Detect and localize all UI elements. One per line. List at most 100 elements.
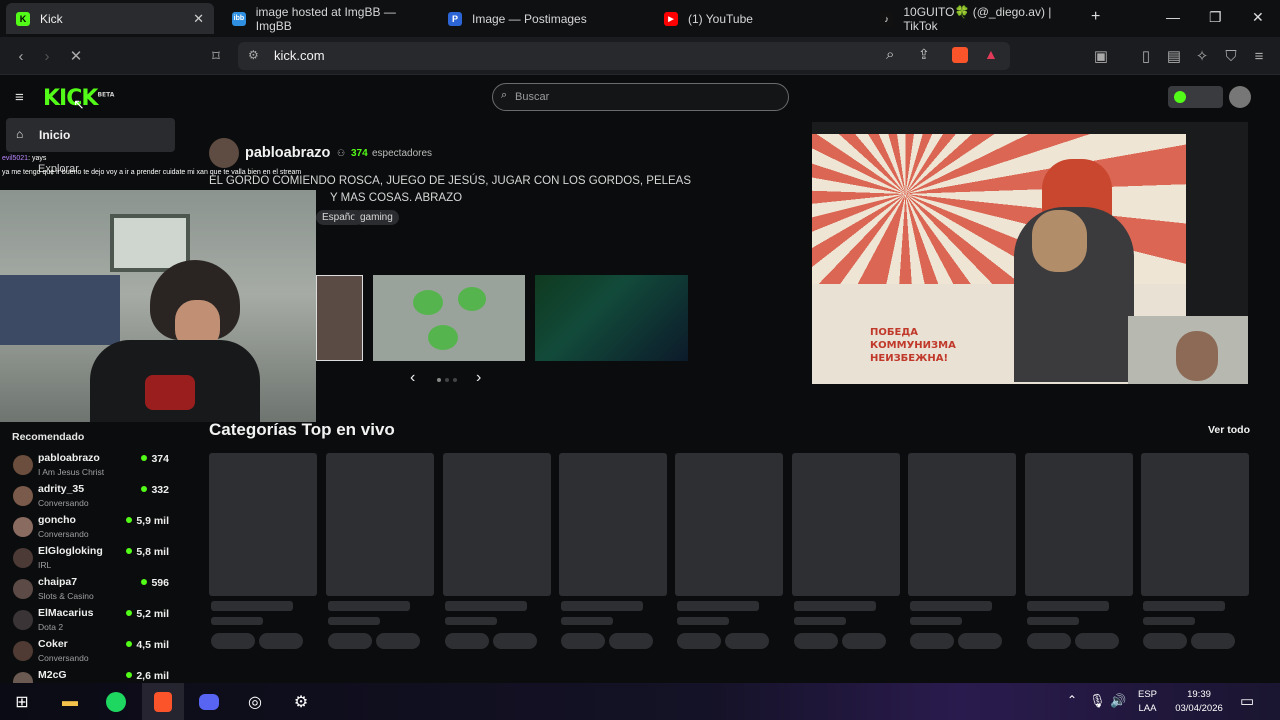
stream-title-line2: Y MAS COSAS. ABRAZO [330, 192, 463, 204]
browser-tab-bar: K Kick ✕ ibb image hosted at ImgBB — Img… [0, 0, 1280, 37]
shirt-graphic-image [145, 375, 195, 410]
recommended-channel-row[interactable]: chaipa7 Slots & Casino 596 [12, 575, 177, 606]
tab-tiktok[interactable]: ♪ 10GUITO🍀 (@_diego.av) | TikTok [870, 3, 1080, 34]
recommended-channel-row[interactable]: ElMacarius Dota 2 5,2 mil [12, 606, 177, 637]
skeleton-pill [1191, 633, 1235, 649]
browser-toolbar: ‹ › ✕ ⌑ ⚙ kick.com ⌕ ⇪ ▲ ▣ ▯ ▤ ✧ ⛉ ≡ [0, 37, 1280, 75]
channel-name: pabloabrazo [38, 452, 100, 464]
skeleton-pill [842, 633, 886, 649]
carousel-prev-button[interactable]: ‹ [410, 369, 415, 387]
channel-category: Dota 2 [38, 622, 64, 632]
skeleton-thumbnail [908, 453, 1016, 596]
skeleton-pill [609, 633, 653, 649]
see-all-link[interactable]: Ver todo [1208, 424, 1250, 436]
tab-title: 10GUITO🍀 (@_diego.av) | TikTok [903, 4, 1052, 33]
skeleton-line [794, 601, 876, 611]
notifications-icon[interactable]: ▭ [1240, 692, 1254, 710]
skeleton-thumbnail [1025, 453, 1133, 596]
carousel-next-button[interactable]: › [476, 369, 481, 387]
new-tab-button[interactable]: + [1091, 8, 1100, 26]
carousel-thumbnail[interactable] [373, 275, 525, 361]
streamer-cam-face-image [1176, 331, 1218, 381]
file-explorer-icon[interactable]: ▬ [57, 689, 83, 715]
carousel-thumbnail[interactable] [535, 275, 688, 361]
close-tab-icon[interactable]: ✕ [193, 11, 204, 27]
skeleton-line [561, 617, 613, 625]
recommended-channel-row[interactable]: pabloabrazo I Am Jesus Christ 374 [12, 451, 177, 482]
address-bar[interactable]: ⚙ kick.com ⌕ ⇪ ▲ [238, 42, 1010, 70]
streamer-cam-image [1128, 316, 1248, 384]
tab-title: Image — Postimages [472, 11, 587, 26]
settings-gear-icon[interactable]: ⚙ [288, 689, 314, 715]
recommended-channel-row[interactable]: M2cG 2,6 mil [12, 668, 177, 683]
channel-avatar [13, 486, 33, 506]
recommended-channel-row[interactable]: Coker Conversando 4,5 mil [12, 637, 177, 668]
hamburger-menu-icon[interactable]: ≡ [15, 89, 24, 106]
stop-loading-icon[interactable]: ✕ [67, 47, 85, 65]
thumbnail-shape-image [428, 325, 458, 350]
show-hidden-icons-icon[interactable]: ⌃ [1067, 693, 1077, 707]
tiktok-favicon-icon: ♪ [880, 11, 894, 26]
wallet-icon[interactable]: ▤ [1165, 47, 1183, 65]
carousel-thumbnail[interactable] [316, 275, 363, 361]
tab-search-icon[interactable]: ▣ [1092, 47, 1110, 65]
streamer-name[interactable]: pabloabrazo [245, 145, 330, 161]
recommended-channel-row[interactable]: ElGlogloking IRL 5,8 mil [12, 544, 177, 575]
featured-stream-player[interactable]: ПОБЕДА КОММУНИЗМА НЕИЗБЕЖНА! [812, 122, 1248, 384]
minimize-icon[interactable]: — [1166, 9, 1180, 25]
tab-kick[interactable]: K Kick ✕ [6, 3, 214, 34]
share-icon[interactable]: ⇪ [918, 46, 930, 63]
recommended-channel-row[interactable]: goncho Conversando 5,9 mil [12, 513, 177, 544]
brave-shields-icon[interactable] [952, 47, 968, 63]
skeleton-line [1143, 617, 1195, 625]
channel-name: M2cG [38, 669, 67, 681]
recommended-channel-row[interactable]: adrity_35 Conversando 332 [12, 482, 177, 513]
windows-start-icon[interactable]: ⊞ [9, 689, 35, 715]
tab-youtube[interactable]: ▶ (1) YouTube [654, 3, 854, 34]
forward-icon[interactable]: › [38, 47, 56, 65]
clock-time: 19:39 [1187, 689, 1211, 700]
sidebar-item-inicio[interactable]: ⌂ Inicio [6, 118, 175, 152]
skeleton-line [910, 617, 962, 625]
skeleton-thumbnail [1141, 453, 1249, 596]
menu-icon[interactable]: ≡ [1250, 47, 1268, 65]
clock[interactable]: 19:39 03/04/2026 [1168, 688, 1230, 716]
channel-category: IRL [38, 560, 52, 570]
channel-name: goncho [38, 514, 76, 526]
clock-date: 03/04/2026 [1175, 703, 1223, 714]
maximize-icon[interactable]: ❐ [1209, 9, 1222, 26]
steam-icon[interactable]: ◎ [242, 689, 268, 715]
sidebar-toggle-icon[interactable]: ▯ [1137, 47, 1155, 65]
channel-viewers: 374 [141, 453, 169, 465]
microphone-icon[interactable]: 🎙 [1089, 693, 1106, 709]
postimages-favicon-icon: P [448, 11, 462, 26]
search-input[interactable]: ⌕ Buscar [492, 83, 789, 111]
channel-name: adrity_35 [38, 483, 85, 495]
bookmark-icon[interactable]: ⌑ [207, 47, 225, 65]
skeleton-pill [794, 633, 838, 649]
brave-rewards-icon[interactable]: ▲ [984, 46, 998, 62]
vpn-icon[interactable]: ⛉ [1222, 47, 1240, 65]
skeleton-line [211, 601, 293, 611]
spotify-icon[interactable] [103, 689, 129, 715]
poster-text-line: НЕИЗБЕЖНА! [870, 353, 949, 364]
channel-viewers: 596 [141, 577, 169, 589]
user-avatar[interactable] [1229, 86, 1251, 108]
zoom-icon[interactable]: ⌕ [886, 46, 894, 63]
site-settings-icon[interactable]: ⚙ [248, 48, 259, 62]
tag-category[interactable]: gaming [354, 210, 399, 225]
tab-imgbb[interactable]: ibb image hosted at ImgBB — ImgBB [222, 3, 432, 34]
input-language[interactable]: ESP LAA [1138, 688, 1157, 716]
kick-points-button[interactable] [1168, 86, 1223, 108]
skeleton-thumbnail [209, 453, 317, 596]
back-icon[interactable]: ‹ [12, 47, 30, 65]
discord-icon[interactable] [196, 689, 222, 715]
search-icon: ⌕ [501, 89, 508, 101]
brave-browser-icon[interactable] [142, 683, 184, 720]
tab-postimages[interactable]: P Image — Postimages [438, 3, 638, 34]
streamer-avatar[interactable] [209, 138, 239, 168]
close-window-icon[interactable]: ✕ [1252, 9, 1264, 26]
volume-icon[interactable]: 🔊 [1110, 693, 1126, 709]
viewer-label: espectadores [372, 148, 433, 159]
leo-ai-icon[interactable]: ✧ [1193, 47, 1211, 65]
